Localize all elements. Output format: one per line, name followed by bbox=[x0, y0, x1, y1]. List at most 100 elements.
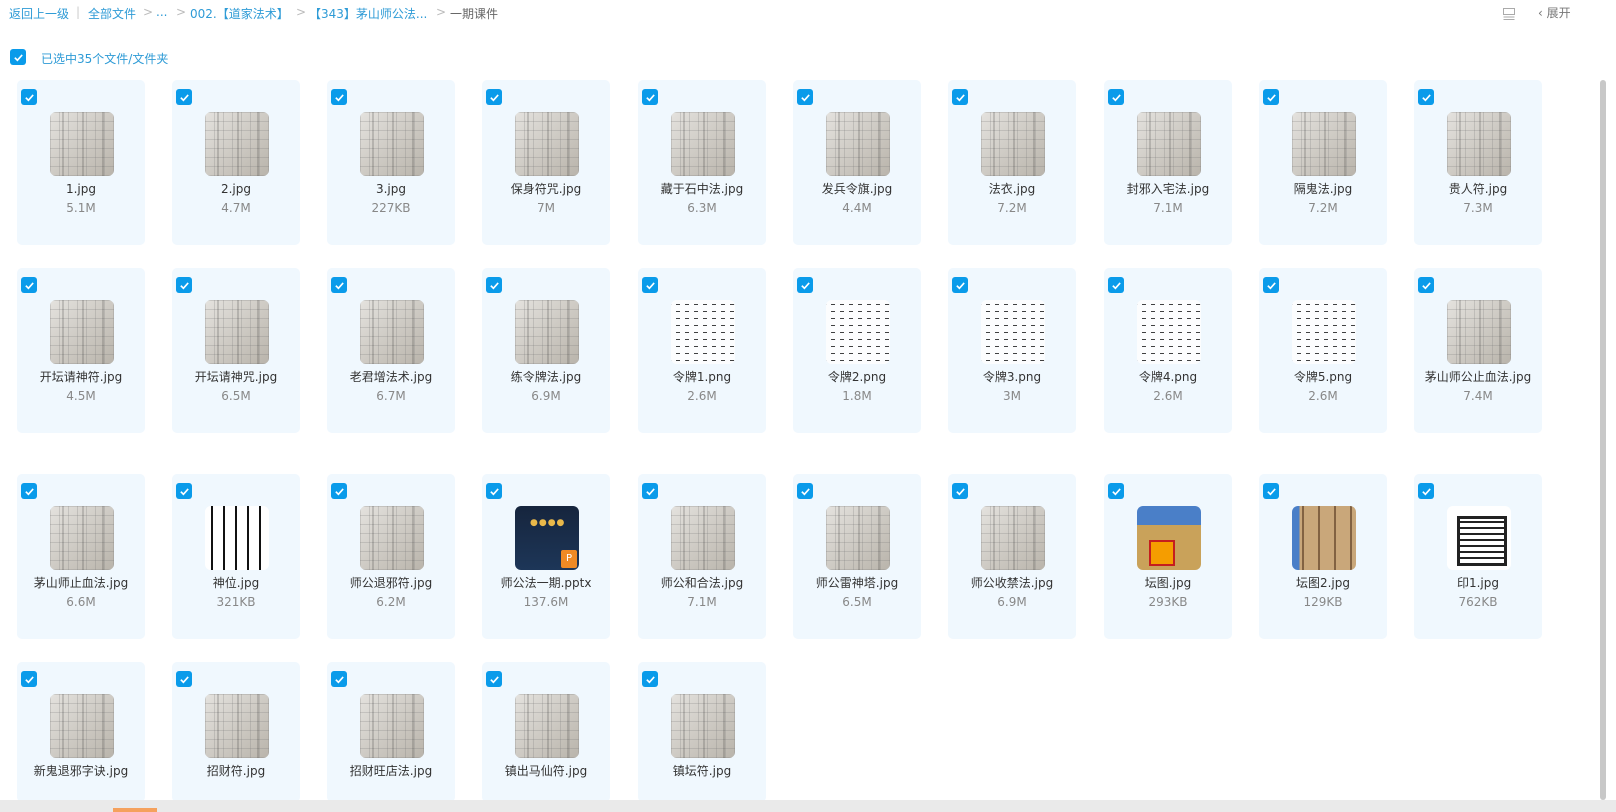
file-card[interactable]: 师公雷神塔.jpg 6.5M bbox=[793, 474, 921, 639]
file-checkbox[interactable] bbox=[642, 277, 658, 293]
file-card[interactable]: 坛图.jpg 293KB bbox=[1104, 474, 1232, 639]
file-checkbox[interactable] bbox=[176, 277, 192, 293]
file-checkbox[interactable] bbox=[1263, 89, 1279, 105]
check-icon bbox=[1421, 281, 1431, 289]
file-checkbox[interactable] bbox=[176, 483, 192, 499]
breadcrumb-level1[interactable]: 002.【道家法术】 bbox=[190, 5, 289, 22]
file-checkbox[interactable] bbox=[1263, 277, 1279, 293]
file-thumbnail bbox=[205, 300, 269, 364]
file-card[interactable]: 令牌1.png 2.6M bbox=[638, 268, 766, 433]
file-checkbox[interactable] bbox=[642, 89, 658, 105]
breadcrumb-ellipsis[interactable]: ... bbox=[156, 5, 167, 19]
file-card[interactable]: 茅山师止血法.jpg 6.6M bbox=[17, 474, 145, 639]
file-card[interactable]: 令牌4.png 2.6M bbox=[1104, 268, 1232, 433]
file-checkbox[interactable] bbox=[486, 277, 502, 293]
file-card[interactable]: 隔鬼法.jpg 7.2M bbox=[1259, 80, 1387, 245]
check-icon bbox=[645, 487, 655, 495]
file-checkbox[interactable] bbox=[1418, 277, 1434, 293]
file-card[interactable]: 3.jpg 227KB bbox=[327, 80, 455, 245]
file-checkbox[interactable] bbox=[331, 89, 347, 105]
file-thumbnail bbox=[515, 694, 579, 758]
file-checkbox[interactable] bbox=[952, 89, 968, 105]
check-icon bbox=[800, 93, 810, 101]
file-card[interactable]: 开坛请神符.jpg 4.5M bbox=[17, 268, 145, 433]
file-card[interactable]: 令牌5.png 2.6M bbox=[1259, 268, 1387, 433]
file-card[interactable]: 师公退邪符.jpg 6.2M bbox=[327, 474, 455, 639]
file-checkbox[interactable] bbox=[642, 483, 658, 499]
file-size: 321KB bbox=[216, 595, 256, 609]
file-checkbox[interactable] bbox=[797, 483, 813, 499]
file-thumbnail bbox=[50, 694, 114, 758]
select-all-checkbox[interactable] bbox=[10, 49, 26, 65]
file-checkbox[interactable] bbox=[21, 483, 37, 499]
file-checkbox[interactable] bbox=[176, 671, 192, 687]
file-card[interactable]: 开坛请神咒.jpg 6.5M bbox=[172, 268, 300, 433]
file-card[interactable]: 1.jpg 5.1M bbox=[17, 80, 145, 245]
file-name: 令牌3.png bbox=[982, 370, 1042, 384]
check-icon bbox=[1266, 487, 1276, 495]
file-checkbox[interactable] bbox=[331, 483, 347, 499]
file-card[interactable]: 练令牌法.jpg 6.9M bbox=[482, 268, 610, 433]
file-card[interactable]: 2.jpg 4.7M bbox=[172, 80, 300, 245]
file-checkbox[interactable] bbox=[331, 277, 347, 293]
file-card[interactable]: 老君增法术.jpg 6.7M bbox=[327, 268, 455, 433]
check-icon bbox=[334, 281, 344, 289]
file-checkbox[interactable] bbox=[1418, 483, 1434, 499]
file-card[interactable]: 师公和合法.jpg 7.1M bbox=[638, 474, 766, 639]
file-card[interactable]: 招财符.jpg bbox=[172, 662, 300, 800]
file-card[interactable]: 令牌3.png 3M bbox=[948, 268, 1076, 433]
file-name: 发兵令旗.jpg bbox=[821, 182, 893, 196]
file-card[interactable]: 坛图2.jpg 129KB bbox=[1259, 474, 1387, 639]
file-checkbox[interactable] bbox=[331, 671, 347, 687]
breadcrumb-level2[interactable]: 【343】茅山师公法... bbox=[309, 5, 427, 22]
file-card[interactable]: 镇出马仙符.jpg bbox=[482, 662, 610, 800]
expand-button[interactable]: ‹ 展开 bbox=[1538, 4, 1571, 21]
file-card[interactable]: 师公收禁法.jpg 6.9M bbox=[948, 474, 1076, 639]
file-name: 印1.jpg bbox=[1456, 576, 1500, 590]
file-size: 4.5M bbox=[66, 389, 96, 403]
file-card[interactable]: 发兵令旗.jpg 4.4M bbox=[793, 80, 921, 245]
file-checkbox[interactable] bbox=[486, 483, 502, 499]
file-checkbox[interactable] bbox=[1263, 483, 1279, 499]
breadcrumb-all-files[interactable]: 全部文件 bbox=[88, 5, 136, 22]
file-card[interactable]: 镇坛符.jpg bbox=[638, 662, 766, 800]
file-checkbox[interactable] bbox=[21, 89, 37, 105]
file-card[interactable]: 招财旺店法.jpg bbox=[327, 662, 455, 800]
file-card[interactable]: 保身符咒.jpg 7M bbox=[482, 80, 610, 245]
file-card[interactable]: ●●●● P 师公法一期.pptx 137.6M bbox=[482, 474, 610, 639]
back-link[interactable]: 返回上一级 bbox=[9, 5, 69, 22]
file-checkbox[interactable] bbox=[1108, 89, 1124, 105]
file-card[interactable]: 法衣.jpg 7.2M bbox=[948, 80, 1076, 245]
file-card[interactable]: 新鬼退邪字诀.jpg bbox=[17, 662, 145, 800]
file-checkbox[interactable] bbox=[642, 671, 658, 687]
file-checkbox[interactable] bbox=[1108, 277, 1124, 293]
file-card[interactable]: 贵人符.jpg 7.3M bbox=[1414, 80, 1542, 245]
file-checkbox[interactable] bbox=[1418, 89, 1434, 105]
file-card[interactable]: 封邪入宅法.jpg 7.1M bbox=[1104, 80, 1232, 245]
file-card[interactable]: 神位.jpg 321KB bbox=[172, 474, 300, 639]
file-checkbox[interactable] bbox=[21, 671, 37, 687]
file-thumbnail bbox=[50, 300, 114, 364]
scrollbar[interactable] bbox=[1600, 80, 1606, 800]
file-checkbox[interactable] bbox=[486, 671, 502, 687]
file-size: 4.4M bbox=[842, 201, 872, 215]
file-checkbox[interactable] bbox=[952, 483, 968, 499]
check-icon bbox=[955, 281, 965, 289]
file-name: 法衣.jpg bbox=[988, 182, 1036, 196]
file-name: 3.jpg bbox=[375, 182, 407, 196]
file-size: 7.1M bbox=[687, 595, 717, 609]
file-card[interactable]: 茅山师公止血法.jpg 7.4M bbox=[1414, 268, 1542, 433]
file-card[interactable]: 令牌2.png 1.8M bbox=[793, 268, 921, 433]
file-checkbox[interactable] bbox=[486, 89, 502, 105]
bottom-bar bbox=[0, 800, 1616, 812]
file-checkbox[interactable] bbox=[1108, 483, 1124, 499]
file-card[interactable]: 藏于石中法.jpg 6.3M bbox=[638, 80, 766, 245]
list-layout-icon[interactable] bbox=[1502, 6, 1516, 20]
file-checkbox[interactable] bbox=[797, 89, 813, 105]
file-checkbox[interactable] bbox=[797, 277, 813, 293]
file-checkbox[interactable] bbox=[21, 277, 37, 293]
file-name: 令牌2.png bbox=[827, 370, 887, 384]
file-checkbox[interactable] bbox=[176, 89, 192, 105]
file-checkbox[interactable] bbox=[952, 277, 968, 293]
file-card[interactable]: 印1.jpg 762KB bbox=[1414, 474, 1542, 639]
